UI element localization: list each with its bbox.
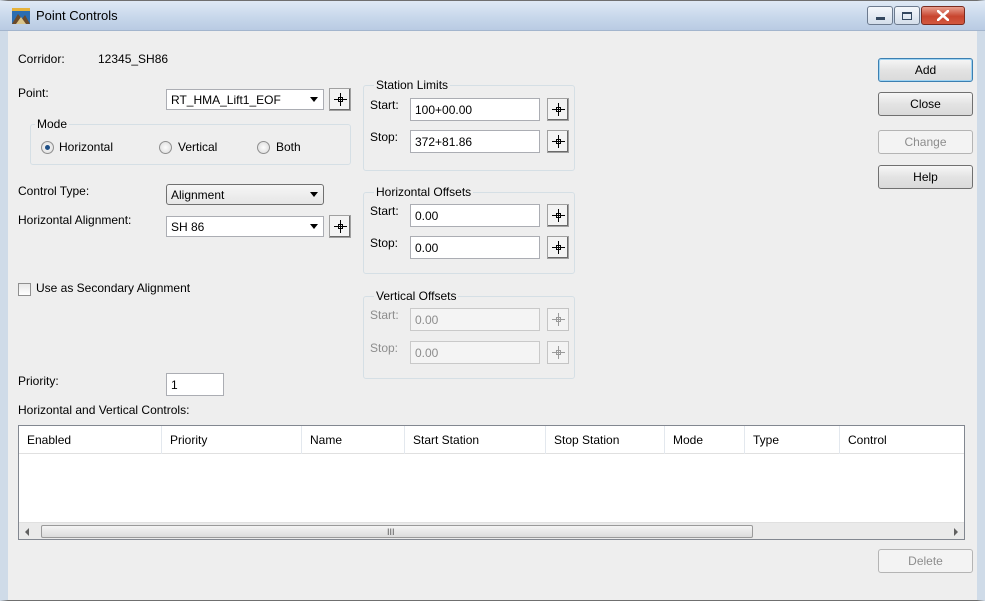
crosshair-icon [334,220,347,233]
scroll-right-icon[interactable] [954,528,958,536]
mode-both-radio[interactable] [257,141,270,154]
point-pick-button[interactable] [329,88,351,111]
column-header-enabled[interactable]: Enabled [19,426,162,454]
horizontal-alignment-pick-button[interactable] [329,215,351,238]
column-header-mode[interactable]: Mode [665,426,745,454]
station-limits-title: Station Limits [374,78,451,92]
h-offset-stop-label: Stop: [370,236,399,250]
horizontal-alignment-label: Horizontal Alignment: [18,213,132,227]
delete-button[interactable]: Delete [878,549,973,573]
priority-label: Priority: [18,374,59,388]
controls-list-label: Horizontal and Vertical Controls: [18,403,190,417]
station-stop-input[interactable]: 372+81.86 [410,130,540,153]
mode-both-label[interactable]: Both [276,140,301,154]
h-offset-stop-input[interactable]: 0.00 [410,236,540,259]
horizontal-offsets-title: Horizontal Offsets [374,185,474,199]
control-type-value: Alignment [171,188,225,202]
column-header-priority[interactable]: Priority [162,426,302,454]
column-header-control[interactable]: Control [840,426,964,454]
scroll-grip: III [387,527,395,537]
control-type-label: Control Type: [18,184,90,198]
add-button[interactable]: Add [878,58,973,82]
crosshair-icon [552,103,565,116]
crosshair-icon [334,93,347,106]
close-window-button[interactable] [921,6,965,25]
v-offset-stop-input[interactable]: 0.00 [410,341,540,364]
minimize-button[interactable] [867,6,893,25]
list-header: Enabled Priority Name Start Station Stop… [19,426,964,454]
v-offset-start-label: Start: [370,308,399,322]
station-start-input[interactable]: 100+00.00 [410,98,540,121]
scroll-left-icon[interactable] [25,528,29,536]
v-offset-start-pick-button[interactable] [547,308,569,331]
use-secondary-checkbox[interactable] [18,283,31,296]
chevron-down-icon [310,97,318,102]
change-button[interactable]: Change [878,130,973,154]
station-stop-label: Stop: [370,130,399,144]
crosshair-icon [552,209,565,222]
dialog-body: Corridor: 12345_SH86 Point: RT_HMA_Lift1… [8,31,977,600]
controls-list[interactable]: Enabled Priority Name Start Station Stop… [18,425,965,540]
column-header-start-station[interactable]: Start Station [405,426,546,454]
corridor-label: Corridor: [18,52,65,66]
mode-vertical-radio[interactable] [159,141,172,154]
crosshair-icon [552,241,565,254]
title-bar[interactable]: Point Controls [0,1,985,31]
horizontal-scrollbar[interactable]: III [19,522,964,539]
crosshair-icon [552,135,565,148]
column-header-name[interactable]: Name [302,426,405,454]
close-button[interactable]: Close [878,92,973,116]
point-label: Point: [18,86,49,100]
horizontal-alignment-select[interactable]: SH 86 [166,216,324,237]
horizontal-offsets-group: Horizontal Offsets Start: 0.00 Stop: 0.0… [363,185,575,274]
maximize-icon [902,11,912,20]
station-limits-group: Station Limits Start: 100+00.00 Stop: 37… [363,78,575,171]
station-stop-pick-button[interactable] [547,130,569,153]
mode-group-title: Mode [35,117,70,131]
column-header-stop-station[interactable]: Stop Station [546,426,665,454]
v-offset-start-input[interactable]: 0.00 [410,308,540,331]
v-offset-stop-pick-button[interactable] [547,341,569,364]
station-start-label: Start: [370,98,399,112]
crosshair-icon [552,313,565,326]
help-button[interactable]: Help [878,165,973,189]
mode-group: Mode Horizontal Vertical Both [30,117,351,165]
h-offset-stop-pick-button[interactable] [547,236,569,259]
station-start-pick-button[interactable] [547,98,569,121]
h-offset-start-pick-button[interactable] [547,204,569,227]
minimize-icon [875,17,885,20]
maximize-button[interactable] [894,6,920,25]
control-type-select[interactable]: Alignment [166,184,324,205]
crosshair-icon [552,346,565,359]
priority-input[interactable]: 1 [166,373,224,396]
point-select-value: RT_HMA_Lift1_EOF [171,93,281,107]
close-icon [937,10,949,21]
mode-horizontal-radio[interactable] [41,141,54,154]
point-select[interactable]: RT_HMA_Lift1_EOF [166,89,324,110]
h-offset-start-input[interactable]: 0.00 [410,204,540,227]
v-offset-stop-label: Stop: [370,341,399,355]
column-header-type[interactable]: Type [745,426,840,454]
point-controls-window: Point Controls Corridor: 12345_SH86 Poin… [0,0,985,601]
scroll-thumb[interactable]: III [41,525,753,538]
mode-horizontal-label[interactable]: Horizontal [59,140,113,154]
chevron-down-icon [310,192,318,197]
h-offset-start-label: Start: [370,204,399,218]
chevron-down-icon [310,224,318,229]
corridor-value: 12345_SH86 [98,52,169,66]
app-icon [12,8,30,24]
vertical-offsets-group: Vertical Offsets Start: 0.00 Stop: 0.00 [363,289,575,379]
vertical-offsets-title: Vertical Offsets [374,289,459,303]
window-title: Point Controls [36,8,118,23]
mode-vertical-label[interactable]: Vertical [178,140,217,154]
use-secondary-label[interactable]: Use as Secondary Alignment [36,281,190,295]
horizontal-alignment-value: SH 86 [171,220,205,234]
